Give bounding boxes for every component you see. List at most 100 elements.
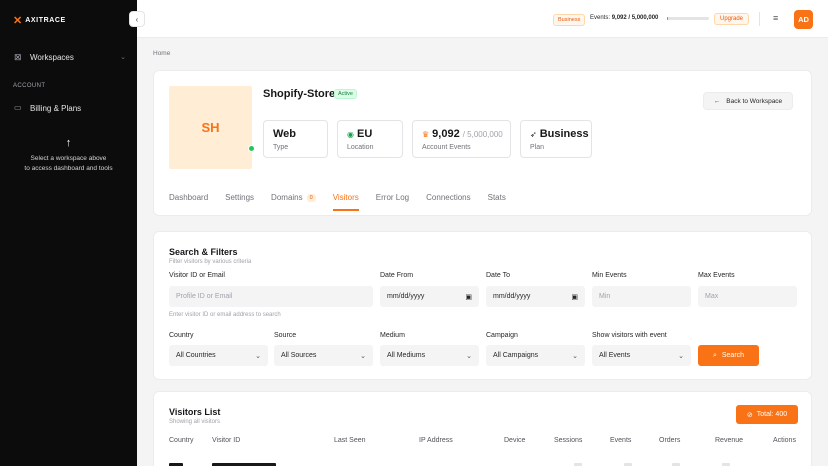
hint-line-2: to access dashboard and tools [24,165,113,172]
column-header-orders[interactable]: Orders [659,437,680,444]
calendar-icon[interactable]: ▣ [571,293,578,301]
visitor-id-input[interactable]: Profile ID or Email [169,286,373,307]
topbar: Business Events: 9,092 / 5,000,000 Upgra… [137,0,828,38]
search-button[interactable]: ⌕ Search [698,345,759,366]
column-header-revenue[interactable]: Revenue [715,437,743,444]
column-header-sessions[interactable]: Sessions [554,437,582,444]
column-header-visitor-id[interactable]: Visitor ID [212,437,240,444]
stat-events-value: 9,092 [432,128,460,140]
campaign-select[interactable]: All Campaigns ⌄ [486,345,585,366]
source-select-value: All Sources [281,352,317,359]
stat-type: Web Type [263,120,328,158]
events-progress-fill [667,17,668,20]
country-select[interactable]: All Countries ⌄ [169,345,268,366]
status-dot-icon [248,145,255,152]
campaign-label: Campaign [486,332,518,339]
date-to-input[interactable]: mm/dd/yyyy ▣ [486,286,585,307]
events-progress-bar [667,17,709,20]
tab-visitors[interactable]: Visitors [332,193,359,211]
country-label: Country [169,332,194,339]
stat-plan-label: Plan [530,144,545,151]
tab-domains[interactable]: Domains 0 [271,193,316,211]
stat-type-value: Web [273,128,297,140]
users-icon: ⊘ [746,411,753,419]
column-header-events[interactable]: Events [610,437,631,444]
tab-error-log[interactable]: Error Log [376,193,409,211]
back-to-workspace-button[interactable]: ← Back to Workspace [703,92,793,110]
tab-dashboard[interactable]: Dashboard [169,193,208,211]
visitor-id-help: Enter visitor ID or email address to sea… [169,312,281,318]
workspace-tabs: Dashboard Settings Domains 0 Visitors Err… [169,193,523,211]
tab-connections[interactable]: Connections [426,193,470,211]
chevron-down-icon: ⌄ [572,352,578,360]
total-visitors-label: Total: 400 [756,411,788,418]
date-from-value: mm/dd/yyyy [387,293,425,300]
arrow-left-icon: ← [713,97,721,105]
tab-label: Settings [225,193,255,202]
rocket-icon: ➶ [530,129,537,139]
workspaces-icon: ⊠ [14,52,22,62]
column-header-country[interactable]: Country [169,437,194,444]
visitor-id-label: Visitor ID or Email [169,272,225,279]
breadcrumb[interactable]: Home [153,50,170,57]
collapse-sidebar-button[interactable]: ‹ [129,11,145,27]
date-to-value: mm/dd/yyyy [493,293,531,300]
sidebar-hint: ↑ Select a workspace above to access das… [8,136,129,174]
medium-select[interactable]: All Mediums ⌄ [380,345,479,366]
stat-plan: ➶ Business Plan [520,120,592,158]
chevron-left-icon: ‹ [135,14,139,24]
card-icon: ▭ [14,103,22,112]
column-header-last-seen[interactable]: Last Seen [334,437,366,444]
search-icon: ⌕ [712,351,717,359]
column-header-device[interactable]: Device [504,437,525,444]
sidebar-item-workspaces[interactable]: ⊠ Workspaces ⌄ [14,52,126,62]
filters-title: Search & Filters [169,247,238,257]
hint-line-1: Select a workspace above [30,155,107,162]
tab-label: Stats [487,193,506,202]
tab-settings[interactable]: Settings [225,193,254,211]
sidebar-item-billing[interactable]: ▭ Billing & Plans [14,103,81,113]
min-events-input[interactable]: Min [592,286,691,307]
stat-location: ◉ EU Location [337,120,403,158]
medium-select-value: All Mediums [387,352,426,359]
country-select-value: All Countries [176,352,216,359]
max-events-label: Max Events [698,272,735,279]
divider [759,12,760,26]
column-header-ip-address[interactable]: IP Address [419,437,453,444]
event-select[interactable]: All Events ⌄ [592,345,691,366]
visitors-list-card: Visitors List Showing all visitors ⊘ Tot… [153,391,812,466]
upgrade-button[interactable]: Upgrade [714,13,750,25]
logo-mark-icon: ✕ [13,15,23,27]
source-select[interactable]: All Sources ⌄ [274,345,373,366]
visitors-subtitle: Showing all visitors [169,419,221,425]
medium-label: Medium [380,332,405,339]
chevron-down-icon: ⌄ [678,352,684,360]
date-to-label: Date To [486,272,510,279]
visitors-title: Visitors List [169,407,221,417]
max-events-input[interactable]: Max [698,286,797,307]
filters-card: Search & Filters Filter visitors by vari… [153,231,812,380]
logo[interactable]: ✕ AXITRACE [13,14,66,27]
sidebar-item-label: Workspaces [30,52,74,62]
events-usage-value: 9,092 / 5,000,000 [611,15,659,21]
notifications-icon[interactable]: ≡ [773,13,778,23]
total-visitors-button[interactable]: ⊘ Total: 400 [736,405,798,424]
chevron-down-icon: ⌄ [255,352,261,360]
calendar-icon[interactable]: ▣ [465,293,472,301]
avatar[interactable]: AD [794,10,813,29]
stat-account-events: ♛ 9,092 / 5,000,000 Account Events [412,120,511,158]
tab-count-badge: 0 [306,193,316,202]
stat-events-limit: / 5,000,000 [462,129,503,139]
sidebar-section-label: ACCOUNT [13,83,46,89]
stat-plan-value: Business [539,128,589,140]
date-from-input[interactable]: mm/dd/yyyy ▣ [380,286,479,307]
tab-stats[interactable]: Stats [488,193,506,211]
events-usage: Events: 9,092 / 5,000,000 [590,15,658,21]
plan-badge: Business [553,14,586,26]
column-header-actions[interactable]: Actions [773,437,796,444]
events-usage-label: Events: [590,15,611,21]
sidebar-item-label: Billing & Plans [30,103,82,113]
stat-events-label: Account Events [422,144,471,151]
sidebar: ✕ AXITRACE ⊠ Workspaces ⌄ ACCOUNT ▭ Bill… [0,0,137,466]
tab-label: Connections [426,193,471,202]
